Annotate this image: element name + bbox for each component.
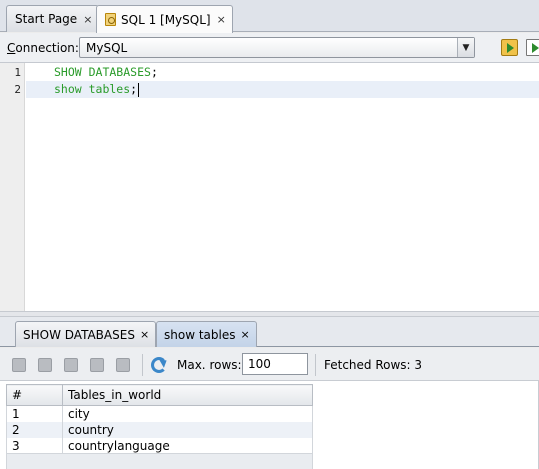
connection-toolbar: Connection: MySQL ▼	[0, 33, 539, 63]
line-number: 2	[14, 83, 21, 96]
table-name-cell[interactable]: country	[62, 421, 313, 438]
fetched-rows-label: Fetched Rows: 3	[324, 358, 423, 372]
tab-show-databases-label: SHOW DATABASES	[23, 327, 135, 342]
sql-terminator: ;	[150, 65, 158, 79]
tab-show-tables[interactable]: show tables ×	[156, 321, 257, 347]
table-name-cell[interactable]: countrylanguage	[62, 437, 313, 454]
previous-page-icon[interactable]	[38, 358, 52, 372]
editor-tab-bar: Start Page × SQL 1 [MySQL] ×	[0, 0, 539, 33]
connection-selected-value: MySQL	[86, 41, 128, 55]
column-header-row-number[interactable]: #	[6, 384, 63, 406]
delete-row-icon[interactable]	[116, 358, 130, 372]
results-toolbar: Max. rows: Fetched Rows: 3	[0, 348, 539, 381]
sql-keyword: show tables	[54, 82, 131, 96]
toolbar-separator	[315, 354, 316, 376]
table-row[interactable]: 1 city	[6, 405, 313, 422]
run-sql-icon[interactable]	[501, 39, 518, 56]
close-icon[interactable]: ×	[217, 13, 226, 26]
chevron-down-icon[interactable]: ▼	[457, 38, 474, 57]
next-page-icon[interactable]	[64, 358, 78, 372]
max-rows-input[interactable]	[242, 353, 308, 375]
row-number-cell[interactable]: 3	[6, 437, 63, 454]
code-line[interactable]: SHOW DATABASES;	[26, 64, 539, 81]
row-number-cell[interactable]: 2	[6, 421, 63, 438]
sql-terminator: ;	[130, 82, 138, 96]
refresh-icon[interactable]	[151, 357, 167, 373]
toolbar-separator	[142, 354, 143, 376]
results-table: # Tables_in_world 1 city 2 country 3 cou…	[6, 384, 313, 454]
table-row[interactable]: 3 countrylanguage	[6, 437, 313, 454]
last-page-icon[interactable]	[90, 358, 104, 372]
sql-keyword: SHOW DATABASES	[54, 65, 151, 79]
table-name-cell[interactable]: city	[62, 405, 313, 422]
code-line-current[interactable]: show tables;	[26, 81, 539, 98]
first-page-icon[interactable]	[12, 358, 26, 372]
column-header-tables-in-world[interactable]: Tables_in_world	[62, 384, 313, 406]
row-number-cell[interactable]: 1	[6, 405, 63, 422]
tab-show-tables-label: show tables	[164, 327, 236, 342]
tab-sql-1[interactable]: SQL 1 [MySQL] ×	[96, 5, 233, 33]
sql-editor[interactable]: 1 2 SHOW DATABASES; show tables;	[0, 63, 539, 311]
table-row[interactable]: 2 country	[6, 421, 313, 438]
tab-sql-1-label: SQL 1 [MySQL]	[121, 12, 211, 27]
sql-file-icon	[105, 13, 116, 26]
max-rows-label: Max. rows:	[177, 358, 242, 372]
tab-show-databases[interactable]: SHOW DATABASES ×	[15, 321, 157, 347]
close-icon[interactable]: ×	[140, 328, 149, 341]
close-icon[interactable]: ×	[240, 328, 249, 341]
tab-start-page[interactable]: Start Page ×	[6, 5, 100, 32]
result-tab-bar: SHOW DATABASES × show tables ×	[0, 317, 539, 347]
text-caret	[138, 82, 140, 97]
close-icon[interactable]: ×	[83, 13, 92, 26]
tab-start-page-label: Start Page	[15, 12, 78, 26]
table-header-row: # Tables_in_world	[6, 384, 313, 406]
table-empty-row	[6, 453, 313, 469]
line-number: 1	[14, 66, 21, 79]
connection-dropdown[interactable]: MySQL ▼	[79, 37, 475, 58]
line-number-gutter: 1 2	[0, 63, 25, 311]
connection-label: Connection:	[7, 41, 79, 55]
sql-editor-window: Start Page × SQL 1 [MySQL] × Connection:…	[0, 0, 539, 469]
run-file-icon[interactable]	[526, 39, 539, 56]
